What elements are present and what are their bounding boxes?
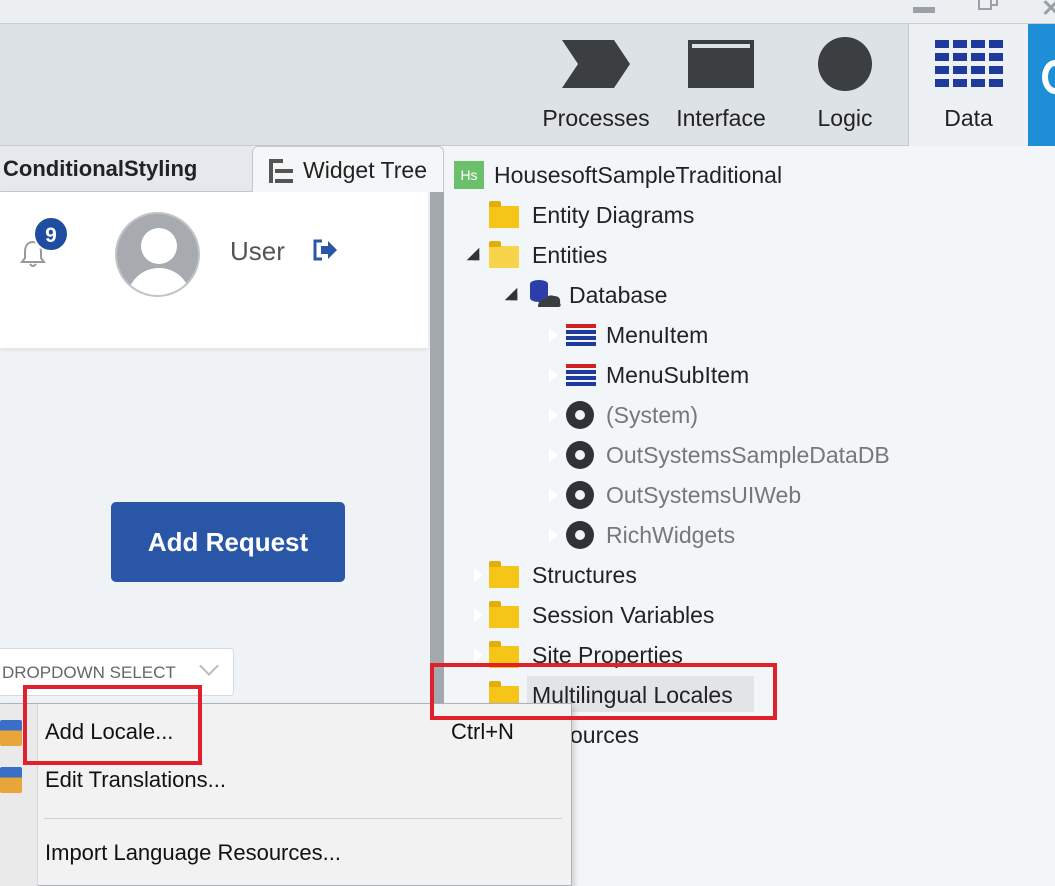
entity-icon xyxy=(566,364,596,386)
window-title-bar xyxy=(0,0,1055,24)
folder-icon xyxy=(489,601,519,628)
reference-module-icon xyxy=(566,441,594,469)
publish-button[interactable] xyxy=(1028,24,1055,146)
collapsed-arrow-icon[interactable] xyxy=(548,447,558,463)
add-locale-shortcut: Ctrl+N xyxy=(451,719,514,744)
annotation-box-add-locale xyxy=(23,685,202,765)
avatar[interactable] xyxy=(115,212,200,297)
database-icon xyxy=(530,280,561,307)
logout-icon[interactable] xyxy=(312,239,338,261)
processes-tab[interactable]: Processes xyxy=(534,24,658,146)
widget-tree-icon xyxy=(269,159,293,183)
entity-icon xyxy=(566,324,596,346)
notification-badge: 9 xyxy=(33,216,69,252)
main-toolbar: Processes Interface Logic Data xyxy=(0,24,1055,146)
processes-label: Processes xyxy=(542,105,650,131)
reference-module-icon xyxy=(566,481,594,509)
folder-open-icon xyxy=(489,241,519,268)
data-tab[interactable]: Data xyxy=(908,24,1028,146)
collapsed-arrow-icon[interactable] xyxy=(548,407,558,423)
data-label: Data xyxy=(944,105,993,131)
add-request-button[interactable]: Add Request xyxy=(111,502,345,582)
data-grid-icon xyxy=(934,40,1003,87)
folder-icon xyxy=(489,561,519,588)
processes-icon xyxy=(562,40,630,88)
annotation-box-multilingual-locales xyxy=(430,663,777,720)
user-name: User xyxy=(230,236,285,266)
menu-item-import-language-resources[interactable]: Import Language Resources... xyxy=(45,840,341,866)
reference-module-icon xyxy=(566,401,594,429)
chevron-down-icon xyxy=(199,656,219,676)
interface-icon xyxy=(688,40,754,88)
reference-module-icon xyxy=(566,521,594,549)
widget-tree-label: Widget Tree xyxy=(303,157,427,183)
expanded-arrow-icon[interactable] xyxy=(504,287,518,301)
collapsed-arrow-icon[interactable] xyxy=(548,527,558,543)
logic-label: Logic xyxy=(817,105,873,131)
collapsed-arrow-icon[interactable] xyxy=(548,327,558,343)
menu-item-edit-translations[interactable]: Edit Translations... xyxy=(45,767,226,793)
collapsed-arrow-icon[interactable] xyxy=(473,607,483,623)
folder-icon xyxy=(489,201,519,228)
dropdown-text: DROPDOWN SELECT xyxy=(2,663,176,682)
collapsed-arrow-icon[interactable] xyxy=(473,647,483,663)
add-locale-icon xyxy=(0,720,22,746)
edit-translations-icon xyxy=(0,767,22,793)
logic-icon xyxy=(818,37,872,91)
minimize-icon[interactable] xyxy=(913,7,935,13)
publish-icon xyxy=(1042,60,1055,94)
interface-label: Interface xyxy=(676,105,766,131)
menu-separator xyxy=(44,818,562,819)
app-header: 9 User xyxy=(0,192,428,348)
restore-icon[interactable] xyxy=(978,0,1002,12)
collapsed-arrow-icon[interactable] xyxy=(548,487,558,503)
expanded-arrow-icon[interactable] xyxy=(466,247,480,261)
screen-tab[interactable]: ConditionalStyling xyxy=(0,146,252,192)
logic-tab[interactable]: Logic xyxy=(790,24,900,146)
module-icon: Hs xyxy=(454,161,484,189)
collapsed-arrow-icon[interactable] xyxy=(473,567,483,583)
interface-tab[interactable]: Interface xyxy=(662,24,780,146)
widget-tree-tab[interactable]: Widget Tree xyxy=(252,146,444,192)
collapsed-arrow-icon[interactable] xyxy=(548,367,558,383)
close-icon[interactable] xyxy=(1040,0,1055,14)
